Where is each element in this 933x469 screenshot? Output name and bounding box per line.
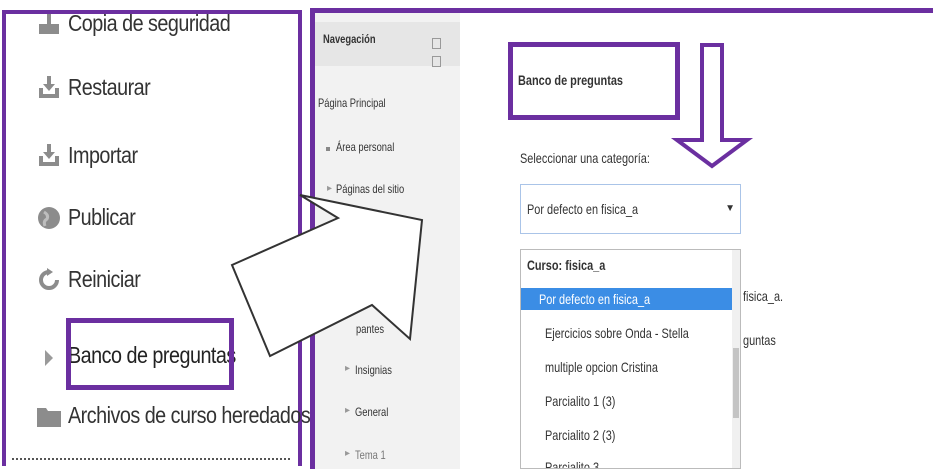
big-arrow-icon	[230, 194, 424, 358]
down-arrow-icon	[670, 43, 754, 169]
annotation-arrows	[230, 43, 754, 358]
